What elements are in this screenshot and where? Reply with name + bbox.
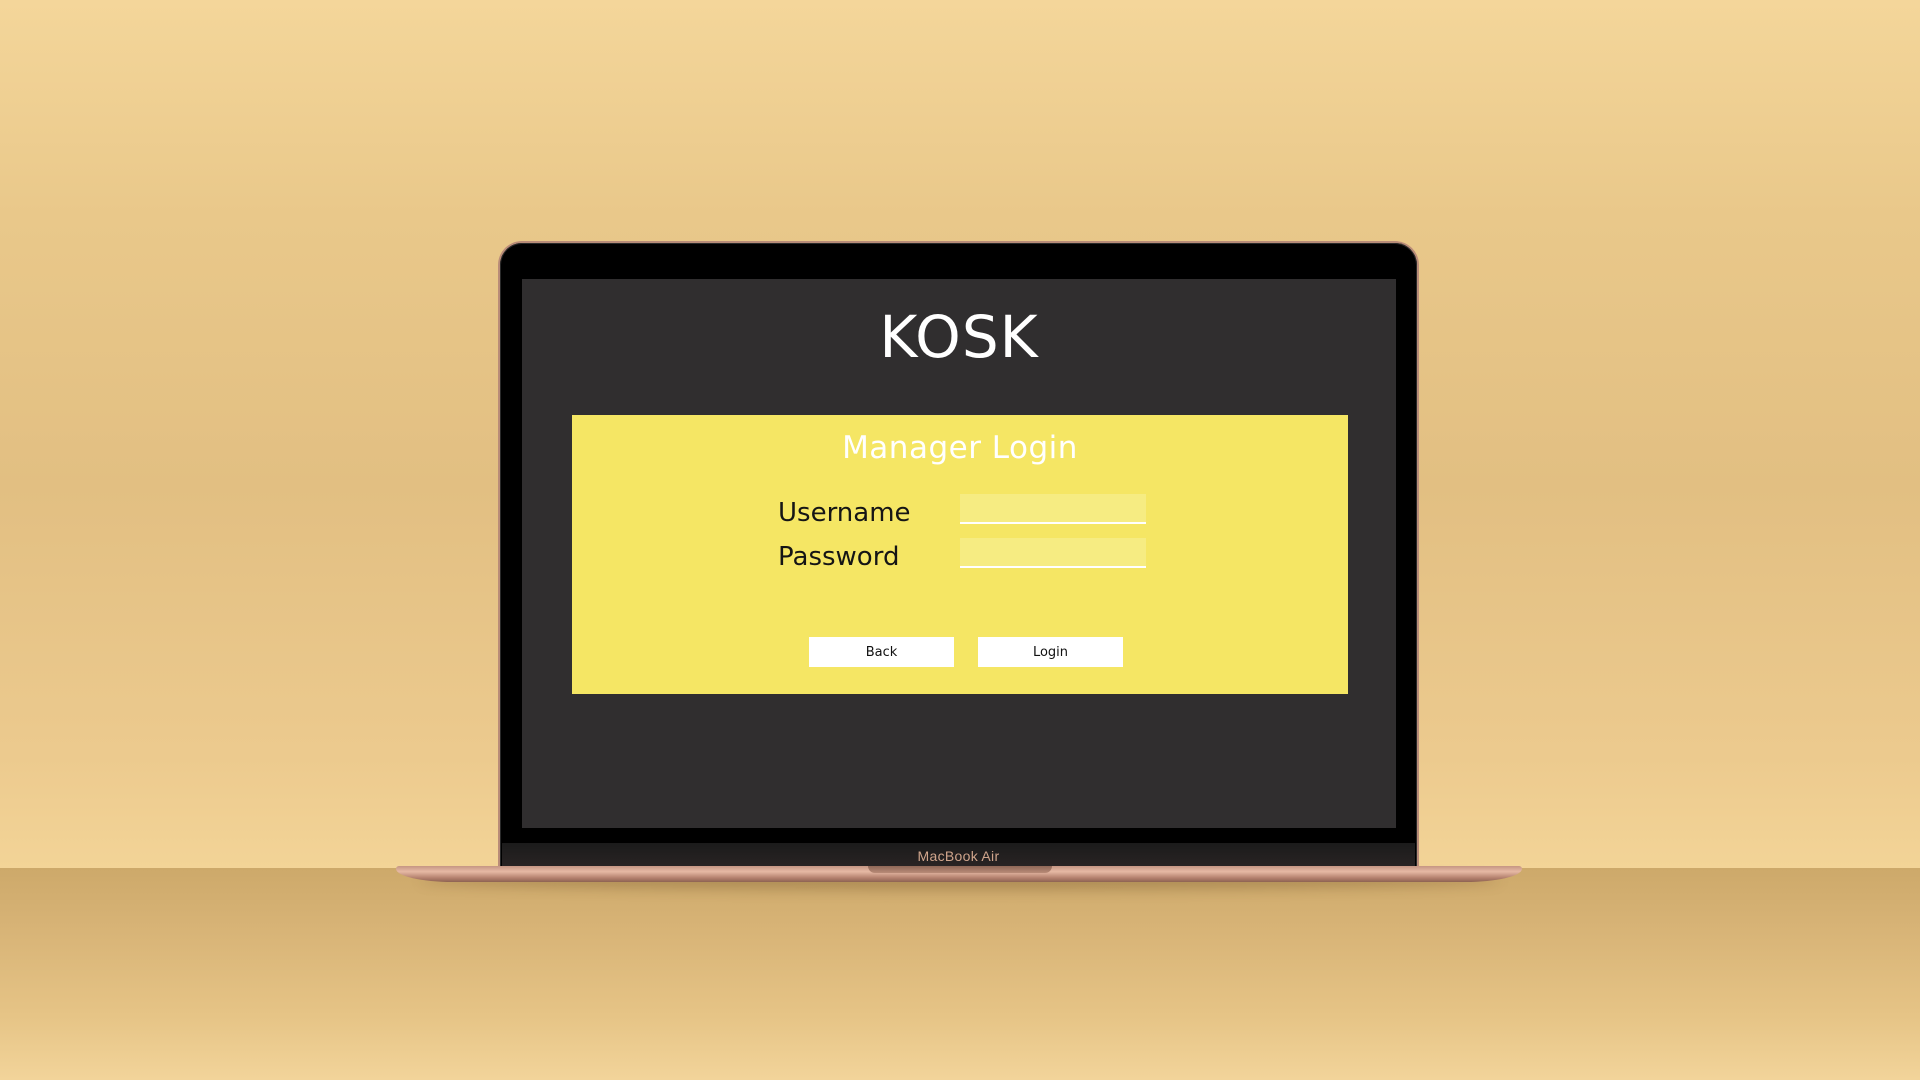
login-button[interactable]: Login [978,637,1123,667]
laptop-base-notch [868,866,1052,873]
password-label: Password [778,542,900,572]
password-input[interactable] [960,538,1146,568]
back-button[interactable]: Back [809,637,954,667]
login-panel-title: Manager Login [842,430,1078,466]
username-label: Username [778,498,911,528]
login-panel: Manager Login Username Password Back Log… [572,415,1348,694]
table-surface [0,868,1920,1080]
username-input[interactable] [960,494,1146,524]
scene-background: KOSK Manager Login Username Password Bac… [0,0,1920,1080]
laptop-bottom-bezel: MacBook Air [502,843,1415,868]
device-model-label: MacBook Air [917,848,1000,864]
app-screen: KOSK Manager Login Username Password Bac… [522,279,1396,828]
app-logo: KOSK [879,303,1039,371]
